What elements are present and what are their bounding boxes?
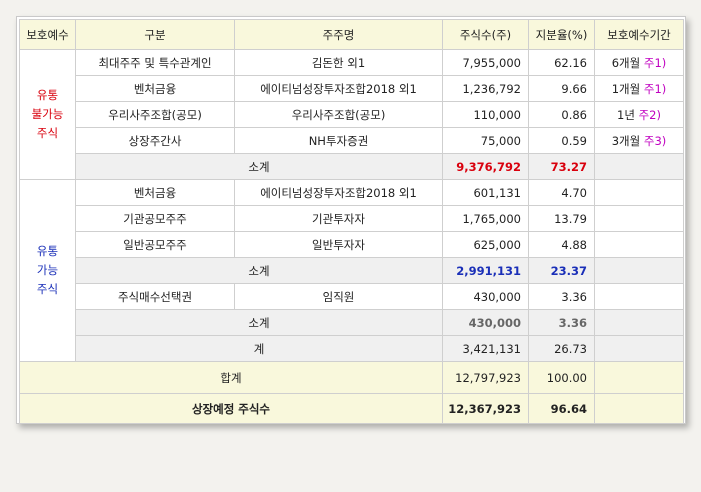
holder-cell: 에이티넘성장투자조합2018 외1 bbox=[234, 179, 443, 206]
period-cell: 6개월 주1) bbox=[594, 49, 684, 76]
category-cell: 주식매수선택권 bbox=[75, 283, 235, 310]
holder-cell: 김돈한 외1 bbox=[234, 49, 443, 76]
subtotal-shares: 430,000 bbox=[442, 309, 529, 336]
tradable-group-label: 유통 가능 주식 bbox=[19, 179, 76, 362]
subtotal-row: 소계 2,991,131 23.37 bbox=[19, 257, 684, 284]
listing-ratio: 96.64 bbox=[528, 393, 595, 424]
header-holder: 주주명 bbox=[234, 19, 443, 50]
table-row: 일반공모주주 일반투자자 625,000 4.88 bbox=[20, 231, 684, 258]
ratio-cell: 62.16 bbox=[528, 49, 595, 76]
ratio-cell: 13.79 bbox=[528, 205, 595, 232]
shares-cell: 1,236,792 bbox=[442, 75, 529, 102]
holder-cell: 일반투자자 bbox=[234, 231, 443, 258]
empty-cell bbox=[594, 257, 684, 284]
holder-cell: NH투자증권 bbox=[234, 127, 443, 154]
total-row: 합계 12,797,923 100.00 bbox=[19, 361, 684, 394]
holder-cell: 에이티넘성장투자조합2018 외1 bbox=[234, 75, 443, 102]
category-cell: 일반공모주주 bbox=[75, 231, 235, 258]
subtotal-ratio: 73.27 bbox=[528, 153, 595, 180]
empty-cell bbox=[594, 153, 684, 180]
subtotal-label: 소계 bbox=[75, 257, 443, 284]
header-shares: 주식수(주) bbox=[442, 19, 529, 50]
holder-cell: 우리사주조합(공모) bbox=[234, 101, 443, 128]
listing-shares: 12,367,923 bbox=[442, 393, 529, 424]
total-label: 합계 bbox=[19, 361, 443, 394]
period-cell: 3개월 주3) bbox=[594, 127, 684, 154]
lockup-table-card: 보호예수 구분 주주명 주식수(주) 지분율(%) 보호예수기간 유통 불가능 … bbox=[16, 16, 686, 424]
table-row: 벤처금융 에이티넘성장투자조합2018 외1 1,236,792 9.66 1개… bbox=[20, 75, 684, 102]
table-row: 유통 가능 주식 벤처금융 에이티넘성장투자조합2018 외1 601,131 … bbox=[19, 179, 684, 362]
category-cell: 우리사주조합(공모) bbox=[75, 101, 235, 128]
sum-row: 계 3,421,131 26.73 bbox=[19, 335, 684, 362]
locked-group-label: 유통 불가능 주식 bbox=[19, 49, 76, 180]
header-ratio: 지분율(%) bbox=[528, 19, 595, 50]
shares-cell: 1,765,000 bbox=[442, 205, 529, 232]
ratio-cell: 4.70 bbox=[528, 179, 595, 206]
table-row: 우리사주조합(공모) 우리사주조합(공모) 110,000 0.86 1년 주2… bbox=[20, 101, 684, 128]
shares-cell: 110,000 bbox=[442, 101, 529, 128]
shares-cell: 7,955,000 bbox=[442, 49, 529, 76]
footnote-ref: 주2) bbox=[638, 107, 661, 122]
subtotal-ratio: 23.37 bbox=[528, 257, 595, 284]
ratio-cell: 0.86 bbox=[528, 101, 595, 128]
empty-cell bbox=[594, 231, 684, 258]
subtotal-label: 소계 bbox=[75, 309, 443, 336]
subtotal-label: 소계 bbox=[75, 153, 443, 180]
ratio-cell: 3.36 bbox=[528, 283, 595, 310]
total-ratio: 100.00 bbox=[528, 361, 595, 394]
empty-cell bbox=[594, 335, 684, 362]
lockup-table: 보호예수 구분 주주명 주식수(주) 지분율(%) 보호예수기간 유통 불가능 … bbox=[19, 19, 684, 424]
footnote-ref: 주3) bbox=[643, 133, 667, 148]
subtotal-shares: 9,376,792 bbox=[442, 153, 529, 180]
empty-cell bbox=[594, 283, 684, 310]
sum-shares: 3,421,131 bbox=[442, 335, 529, 362]
listing-row: 상장예정 주식수 12,367,923 96.64 bbox=[19, 393, 684, 424]
table-row: 주식매수선택권 임직원 430,000 3.36 bbox=[20, 283, 684, 310]
empty-cell bbox=[594, 361, 684, 394]
period-cell: 1개월 주1) bbox=[594, 75, 684, 102]
category-cell: 벤처금융 bbox=[75, 179, 235, 206]
empty-cell bbox=[594, 205, 684, 232]
shares-cell: 430,000 bbox=[442, 283, 529, 310]
listing-label: 상장예정 주식수 bbox=[19, 393, 443, 424]
empty-cell bbox=[594, 309, 684, 336]
table-row: 상장주간사 NH투자증권 75,000 0.59 3개월 주3) bbox=[20, 127, 684, 154]
subtotal-shares: 2,991,131 bbox=[442, 257, 529, 284]
category-cell: 최대주주 및 특수관계인 bbox=[75, 49, 235, 76]
total-shares: 12,797,923 bbox=[442, 361, 529, 394]
shares-cell: 601,131 bbox=[442, 179, 529, 206]
category-cell: 벤처금융 bbox=[75, 75, 235, 102]
footnote-ref: 주1) bbox=[643, 55, 667, 70]
period-cell: 1년 주2) bbox=[594, 101, 684, 128]
header-lock-period: 보호예수기간 bbox=[594, 19, 684, 50]
empty-cell bbox=[594, 179, 684, 206]
table-row: 유통 불가능 주식 최대주주 및 특수관계인 김돈한 외1 7,955,000 … bbox=[19, 49, 684, 180]
ratio-cell: 0.59 bbox=[528, 127, 595, 154]
footnote-ref: 주1) bbox=[643, 81, 667, 96]
shares-cell: 75,000 bbox=[442, 127, 529, 154]
category-cell: 상장주간사 bbox=[75, 127, 235, 154]
category-cell: 기관공모주주 bbox=[75, 205, 235, 232]
subtotal-row: 소계 9,376,792 73.27 bbox=[19, 153, 684, 180]
subtotal-ratio: 3.36 bbox=[528, 309, 595, 336]
header-category: 구분 bbox=[75, 19, 235, 50]
subtotal-row: 소계 430,000 3.36 bbox=[19, 309, 684, 336]
header-lock-class: 보호예수 bbox=[19, 19, 76, 50]
sum-ratio: 26.73 bbox=[528, 335, 595, 362]
ratio-cell: 4.88 bbox=[528, 231, 595, 258]
header-row: 보호예수 구분 주주명 주식수(주) 지분율(%) 보호예수기간 bbox=[19, 19, 684, 50]
ratio-cell: 9.66 bbox=[528, 75, 595, 102]
sum-label: 계 bbox=[75, 335, 443, 362]
empty-cell bbox=[594, 393, 684, 424]
holder-cell: 임직원 bbox=[234, 283, 443, 310]
table-row: 기관공모주주 기관투자자 1,765,000 13.79 bbox=[20, 205, 684, 232]
shares-cell: 625,000 bbox=[442, 231, 529, 258]
holder-cell: 기관투자자 bbox=[234, 205, 443, 232]
